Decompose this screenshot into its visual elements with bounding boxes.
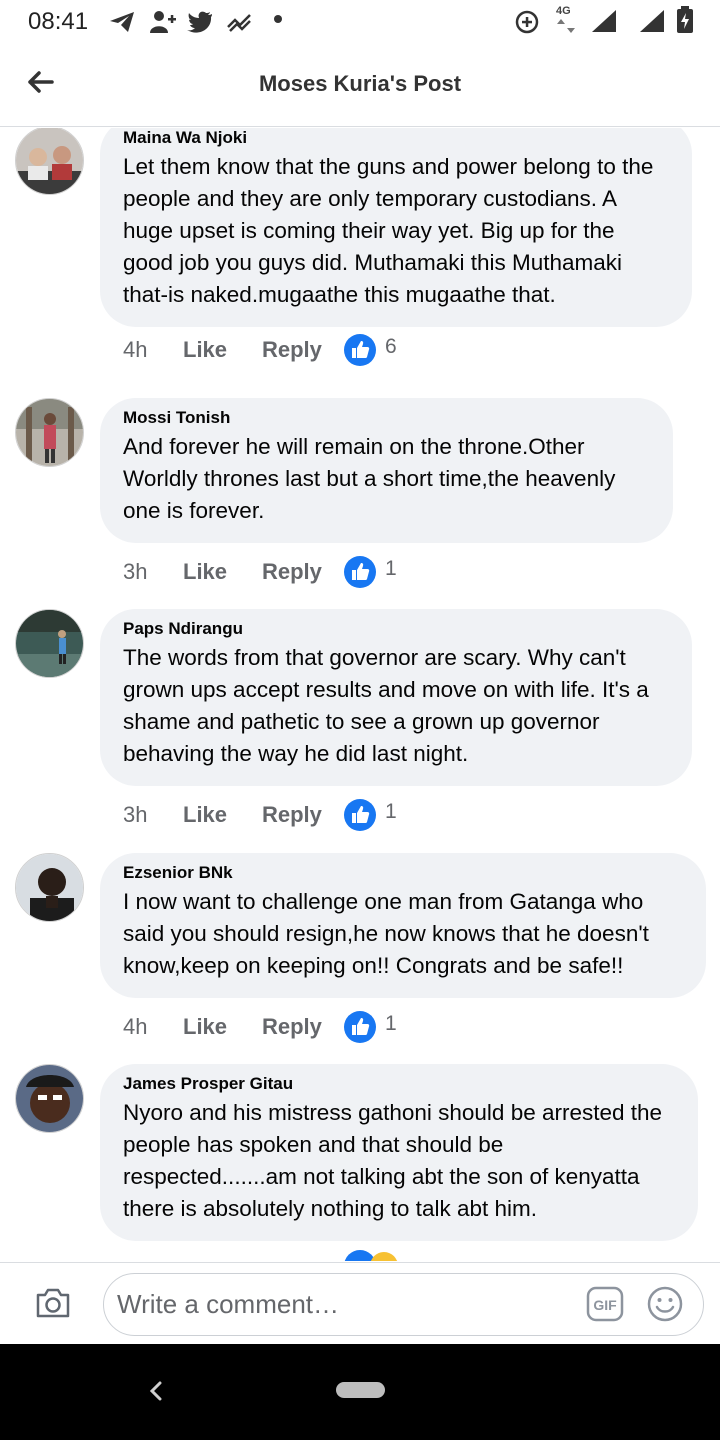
comment-author[interactable]: James Prosper Gitau xyxy=(123,1073,676,1095)
comment-placeholder: Write a comment… xyxy=(117,1289,340,1319)
comment-time: 3h xyxy=(123,802,148,827)
comment-input[interactable]: Write a comment… GIF xyxy=(103,1273,704,1336)
reply-button[interactable]: Reply xyxy=(262,337,322,363)
twitter-icon xyxy=(187,11,212,33)
signal-icon xyxy=(592,10,616,32)
comment-bubble[interactable]: Maina Wa Njoki Let them know that the gu… xyxy=(100,128,692,327)
like-button[interactable]: Like xyxy=(183,1014,227,1040)
comments-list[interactable]: Maina Wa Njoki Let them know that the gu… xyxy=(0,128,720,1261)
comment-author[interactable]: Ezsenior BNk xyxy=(123,862,684,884)
comment-composer: Write a comment… GIF xyxy=(0,1262,720,1344)
comment-bubble[interactable]: James Prosper Gitau Nyoro and his mistre… xyxy=(100,1064,698,1241)
reply-button[interactable]: Reply xyxy=(262,559,322,585)
comment-time: 4h xyxy=(123,1014,148,1039)
comment-time: 3h xyxy=(123,559,148,584)
comment-text: Nyoro and his mistress gathoni should be… xyxy=(123,1100,663,1221)
signal-icon xyxy=(640,10,664,32)
comment-bubble[interactable]: Paps Ndirangu The words from that govern… xyxy=(100,609,692,786)
comment-time: 4h xyxy=(123,337,148,362)
nav-home-pill[interactable] xyxy=(336,1382,385,1398)
network-type-label: 4G xyxy=(556,5,571,17)
status-bar: 08:41 4G xyxy=(0,0,720,44)
comment-actions: 3h Like Reply 1 xyxy=(123,799,443,831)
comment-author[interactable]: Maina Wa Njoki xyxy=(123,128,670,149)
comment-text: I now want to challenge one man from Gat… xyxy=(123,889,649,978)
reaction-count: 1 xyxy=(385,1012,397,1035)
comment-text: The words from that governor are scary. … xyxy=(123,645,649,766)
data-saver-icon xyxy=(515,10,539,34)
reply-button[interactable]: Reply xyxy=(262,802,322,828)
notification-dot-icon xyxy=(274,15,282,23)
comment-bubble[interactable]: Ezsenior BNk I now want to challenge one… xyxy=(100,853,706,998)
data-arrows-icon xyxy=(557,19,575,33)
system-nav-bar xyxy=(0,1344,720,1440)
comment-actions: 4h Like Reply 6 xyxy=(123,334,443,366)
like-reaction-icon[interactable] xyxy=(344,556,376,588)
comment-text: And forever he will remain on the throne… xyxy=(123,434,616,523)
reaction-icons-partial xyxy=(344,1250,404,1261)
add-person-icon xyxy=(150,11,176,33)
comment-author[interactable]: Mossi Tonish xyxy=(123,407,651,429)
svg-text:GIF: GIF xyxy=(593,1297,617,1313)
reply-button[interactable]: Reply xyxy=(262,1014,322,1040)
avatar[interactable] xyxy=(15,609,84,678)
reaction-count: 6 xyxy=(385,335,397,358)
avatar[interactable] xyxy=(15,853,84,922)
reaction-count: 1 xyxy=(385,800,397,823)
reaction-count: 1 xyxy=(385,557,397,580)
comment-actions: 3h Like Reply 1 xyxy=(123,556,443,588)
like-button[interactable]: Like xyxy=(183,337,227,363)
camera-icon[interactable] xyxy=(34,1285,72,1321)
like-reaction-icon[interactable] xyxy=(344,334,376,366)
comment-actions: 4h Like Reply 1 xyxy=(123,1011,443,1043)
avatar[interactable] xyxy=(15,128,84,195)
telegram-icon xyxy=(110,12,134,32)
app-header: Moses Kuria's Post xyxy=(0,44,720,127)
battery-icon xyxy=(677,6,693,33)
comment-text: Let them know that the guns and power be… xyxy=(123,154,654,307)
avatar[interactable] xyxy=(15,398,84,467)
like-reaction-icon[interactable] xyxy=(344,799,376,831)
comment-author[interactable]: Paps Ndirangu xyxy=(123,618,670,640)
comment-bubble[interactable]: Mossi Tonish And forever he will remain … xyxy=(100,398,673,543)
like-button[interactable]: Like xyxy=(183,802,227,828)
like-button[interactable]: Like xyxy=(183,559,227,585)
gif-icon[interactable]: GIF xyxy=(586,1286,624,1322)
page-title: Moses Kuria's Post xyxy=(258,71,462,96)
emoji-icon[interactable] xyxy=(646,1285,684,1323)
like-reaction-icon[interactable] xyxy=(344,1011,376,1043)
missed-call-icon xyxy=(227,14,251,32)
status-time: 08:41 xyxy=(28,8,89,35)
nav-back-icon[interactable] xyxy=(146,1378,166,1404)
avatar[interactable] xyxy=(15,1064,84,1133)
